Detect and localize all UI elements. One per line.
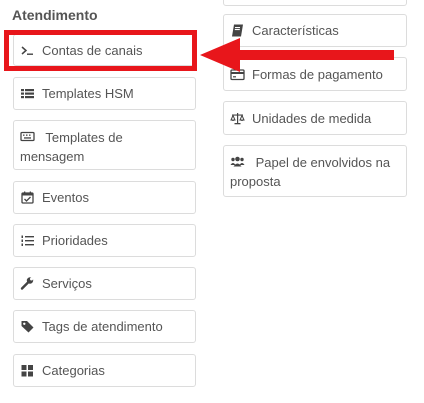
card-label: Prioridades (42, 233, 108, 248)
card-label: Templates HSM (42, 86, 134, 101)
highlight-box (4, 30, 197, 71)
card-label: Categorias (42, 363, 105, 378)
section-title: Atendimento (12, 7, 98, 23)
card-categorias[interactable]: Categorias (13, 354, 196, 387)
card-prioridades[interactable]: Prioridades (13, 224, 196, 257)
card-eventos[interactable]: Eventos (13, 181, 196, 214)
card-papel-de-envolvidos[interactable]: Papel de envolvidos na proposta (223, 145, 407, 197)
annotation-arrow-icon (200, 38, 394, 72)
users-icon (230, 154, 245, 169)
wrench-icon (20, 276, 35, 291)
calendar-check-icon (20, 190, 35, 205)
card-tags-de-atendimento[interactable]: Tags de atendimento (13, 310, 196, 343)
list-icon (20, 86, 35, 101)
keyboard-icon (20, 129, 35, 144)
ordered-list-icon (20, 233, 35, 248)
card-label: Serviços (42, 276, 92, 291)
card-label: Papel de envolvidos na proposta (230, 155, 391, 189)
tag-icon (20, 319, 35, 334)
card-partial-top[interactable] (223, 0, 407, 6)
card-servicos[interactable]: Serviços (13, 267, 196, 300)
card-label: Unidades de medida (252, 110, 372, 126)
grid-icon (20, 363, 35, 378)
card-label: Tags de atendimento (42, 319, 163, 334)
card-label: Templates de mensagem (20, 130, 123, 164)
balance-scale-icon (230, 111, 245, 126)
book-icon (230, 23, 245, 38)
card-templates-de-mensagem[interactable]: Templates de mensagem (13, 120, 196, 170)
card-unidades-de-medida[interactable]: Unidades de medida (223, 101, 407, 135)
card-templates-hsm[interactable]: Templates HSM (13, 77, 196, 110)
card-label: Eventos (42, 190, 89, 205)
